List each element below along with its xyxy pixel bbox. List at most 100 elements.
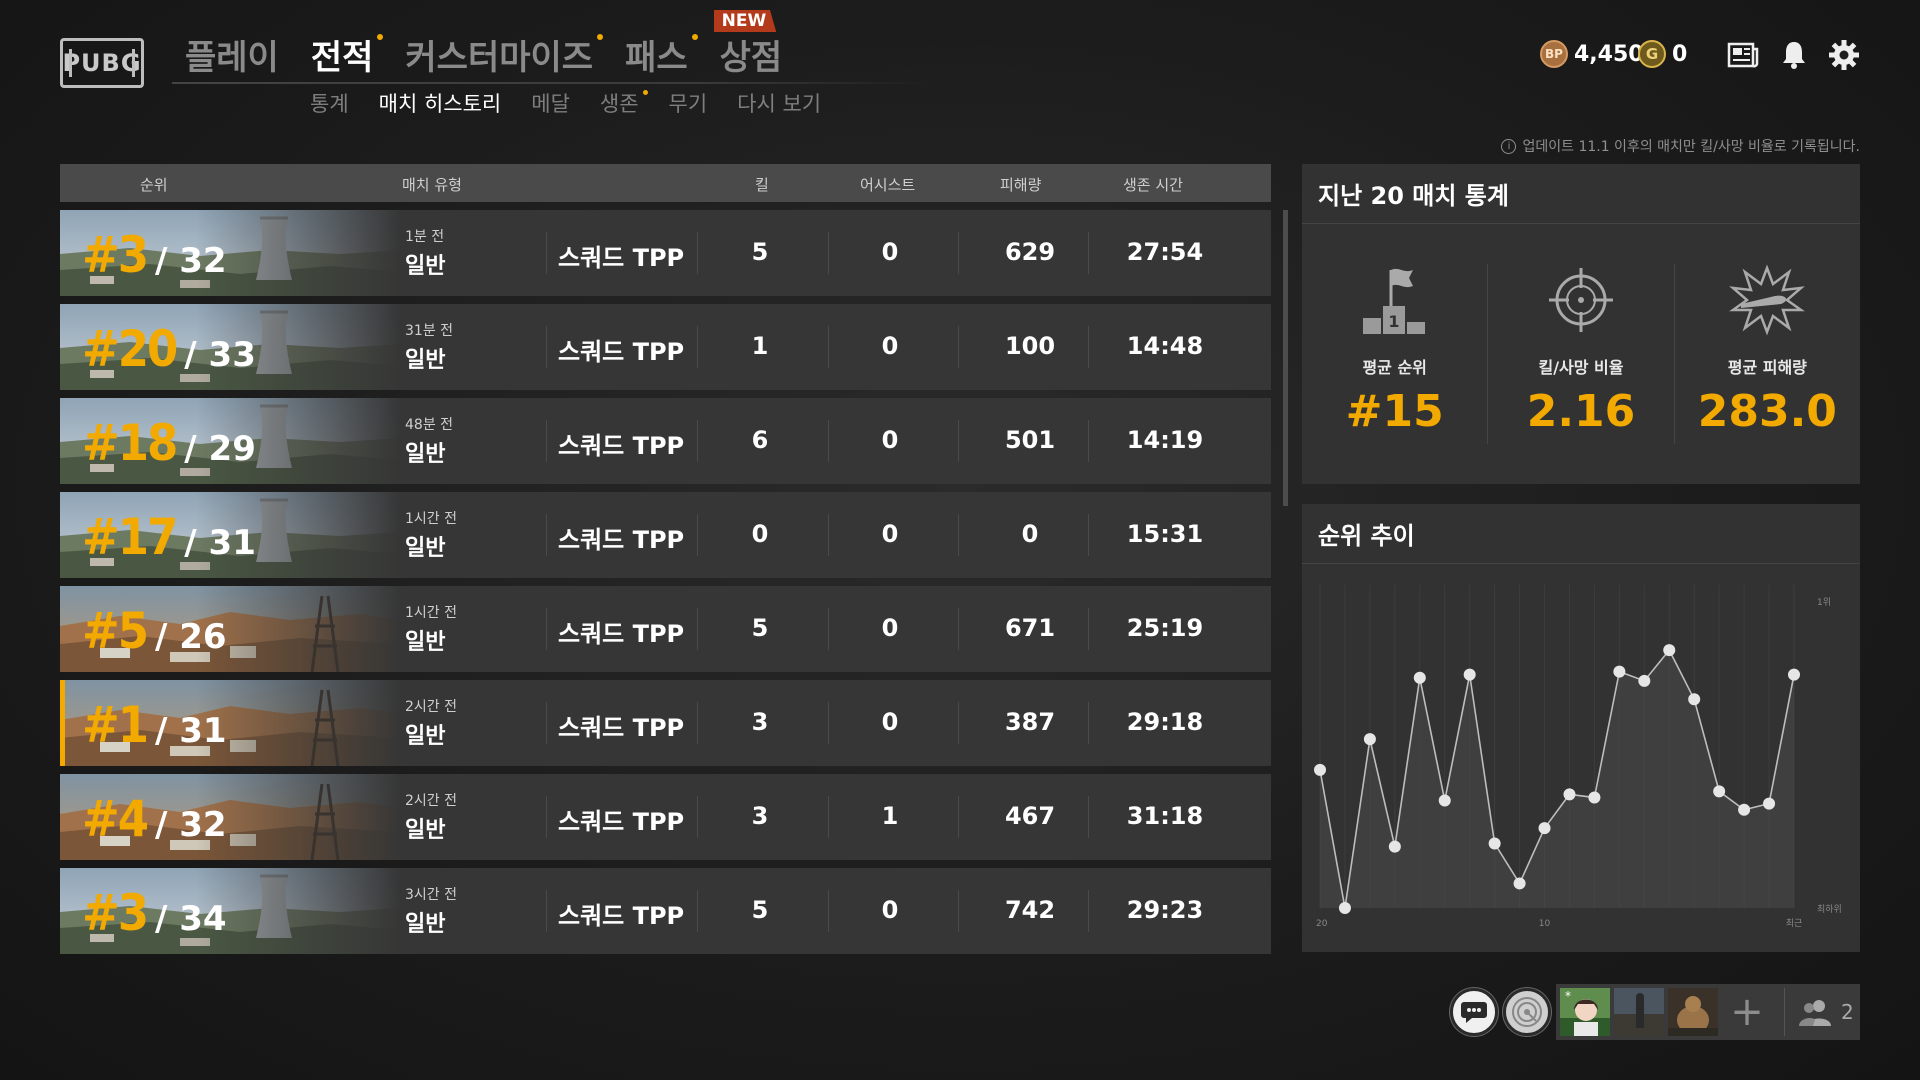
match-time-ago: 1분 전 [405, 229, 445, 245]
party-member-count[interactable]: 2 [1784, 988, 1854, 1036]
match-rank: #17 / 31 [82, 508, 256, 566]
cell-separator [1088, 796, 1089, 838]
invite-friend-button[interactable]: + [1722, 988, 1772, 1036]
stat-avg-rank: 1 평균 순위 #15 [1302, 264, 1487, 444]
match-rank: #1 / 31 [82, 696, 227, 754]
party-member-avatar[interactable] [1668, 988, 1718, 1036]
chart-point [1538, 822, 1551, 835]
table-scrollbar[interactable] [1283, 210, 1288, 506]
match-row[interactable]: #18 / 29 48분 전 일반 스쿼드 TPP 6 0 501 14:19 [60, 398, 1271, 484]
bp-currency[interactable]: BP 4,450 [1540, 40, 1644, 68]
match-assists: 1 [881, 802, 899, 830]
header-assists: 어시스트 [860, 176, 916, 194]
match-row[interactable]: #3 / 32 1분 전 일반 스쿼드 TPP 5 0 629 27:54 [60, 210, 1271, 296]
match-rows: #3 / 32 1분 전 일반 스쿼드 TPP 5 0 629 27:54 #20 / 3… [60, 210, 1271, 954]
match-mode: 스쿼드 TPP [558, 338, 685, 366]
news-icon[interactable] [1726, 38, 1760, 72]
cell-separator [697, 232, 698, 274]
bp-amount: 4,450 [1574, 41, 1644, 67]
match-type: 일반 [405, 442, 446, 467]
chart-point [1338, 902, 1351, 914]
rank-total: / 26 [155, 617, 227, 657]
subnav-weapons[interactable]: 무기 [669, 88, 708, 118]
rank-trend-chart: 1위최하위 20 10 최근 [1314, 585, 1842, 929]
rank-position: #18 [82, 414, 178, 472]
match-time-ago: 1시간 전 [405, 605, 457, 621]
match-assists: 0 [881, 332, 899, 360]
match-assists: 0 [881, 520, 899, 548]
match-kills: 5 [751, 896, 769, 924]
cell-separator [697, 796, 698, 838]
cell-separator [1088, 702, 1089, 744]
match-rank: #3 / 32 [82, 226, 227, 284]
match-rank: #5 / 26 [82, 602, 227, 660]
match-row[interactable]: #3 / 34 3시간 전 일반 스쿼드 TPP 5 0 742 29:23 [60, 868, 1271, 954]
match-damage: 387 [1004, 708, 1056, 736]
subnav-medals[interactable]: 메달 [531, 88, 570, 118]
cell-separator [958, 702, 959, 744]
chart-point [1513, 877, 1526, 890]
party-member-avatar[interactable] [1614, 988, 1664, 1036]
chat-button[interactable] [1450, 988, 1498, 1036]
rank-total: / 32 [155, 241, 227, 281]
match-history-table: 순위 매치 유형 킬 어시스트 피해량 생존 시간 #3 / 32 1분 전 일… [60, 164, 1271, 962]
table-header: 순위 매치 유형 킬 어시스트 피해량 생존 시간 [60, 164, 1271, 202]
header-rank: 순위 [140, 176, 168, 194]
match-damage: 100 [1004, 332, 1056, 360]
voice-chat-button[interactable] [1503, 988, 1551, 1036]
match-mode: 스쿼드 TPP [558, 902, 685, 930]
bell-icon[interactable] [1777, 38, 1811, 72]
chart-area [1320, 650, 1794, 908]
match-time-ago: 31분 전 [405, 323, 454, 339]
match-row[interactable]: #17 / 31 1시간 전 일반 스쿼드 TPP 0 0 0 15:31 [60, 492, 1271, 578]
match-kills: 3 [751, 708, 769, 736]
match-type: 일반 [405, 536, 446, 561]
rank-position: #17 [82, 508, 178, 566]
g-coin-currency[interactable]: G 0 [1638, 40, 1687, 68]
party-member-avatar[interactable]: * [1560, 988, 1610, 1036]
subnav-survival[interactable]: 생존 [600, 88, 648, 118]
cell-separator [1088, 420, 1089, 462]
gear-icon[interactable] [1827, 38, 1861, 72]
nav-play[interactable]: 플레이 [185, 30, 279, 79]
match-row[interactable]: #1 / 31 2시간 전 일반 스쿼드 TPP 3 0 387 29:18 [60, 680, 1271, 766]
pubg-logo: PUBG [60, 38, 144, 88]
chart-point [1363, 733, 1376, 746]
header-damage: 피해량 [1000, 176, 1042, 194]
new-dot-indicator [377, 34, 384, 40]
nav-pass[interactable]: 패스 [625, 30, 698, 79]
cell-separator [958, 796, 959, 838]
match-time-ago: 3시간 전 [405, 887, 457, 903]
match-row[interactable]: #4 / 32 2시간 전 일반 스쿼드 TPP 3 1 467 31:18 [60, 774, 1271, 860]
chart-point [1488, 837, 1501, 850]
match-time-ago: 2시간 전 [405, 699, 457, 715]
match-time-ago: 48분 전 [405, 417, 454, 433]
match-rank: #20 / 33 [82, 320, 256, 378]
chart-point [1613, 665, 1626, 678]
subnav-replays[interactable]: 다시 보기 [737, 88, 821, 118]
header-kills: 킬 [755, 176, 769, 194]
voice-icon [1512, 997, 1542, 1027]
rank-total: / 33 [184, 335, 256, 375]
subnav-match-history[interactable]: 매치 히스토리 [379, 88, 502, 118]
nav-career[interactable]: 전적 [311, 30, 384, 79]
cell-separator [1088, 326, 1089, 368]
cell-separator [828, 232, 829, 274]
panel-title: 지난 20 매치 통계 [1302, 164, 1860, 224]
cell-separator [546, 326, 547, 368]
match-survival: 25:19 [1126, 614, 1204, 642]
update-notice: i 업데이트 11.1 이후의 매치만 킬/사망 비율로 기록됩니다. [1501, 136, 1860, 156]
cell-separator [546, 702, 547, 744]
rank-total: / 34 [155, 899, 227, 939]
nav-customize[interactable]: 커스터마이즈 [405, 30, 604, 79]
rank-position: #5 [82, 602, 149, 660]
subnav-stats[interactable]: 통계 [310, 88, 349, 118]
chart-point [1788, 668, 1800, 681]
nav-store[interactable]: NEW 상점 [713, 10, 782, 79]
match-assists: 0 [881, 238, 899, 266]
match-row[interactable]: #20 / 33 31분 전 일반 스쿼드 TPP 1 0 100 14:48 [60, 304, 1271, 390]
cell-separator [546, 608, 547, 650]
match-row[interactable]: #5 / 26 1시간 전 일반 스쿼드 TPP 5 0 671 25:19 [60, 586, 1271, 672]
x-tick-label: 20 [1316, 919, 1328, 929]
new-dot-indicator [597, 34, 604, 40]
